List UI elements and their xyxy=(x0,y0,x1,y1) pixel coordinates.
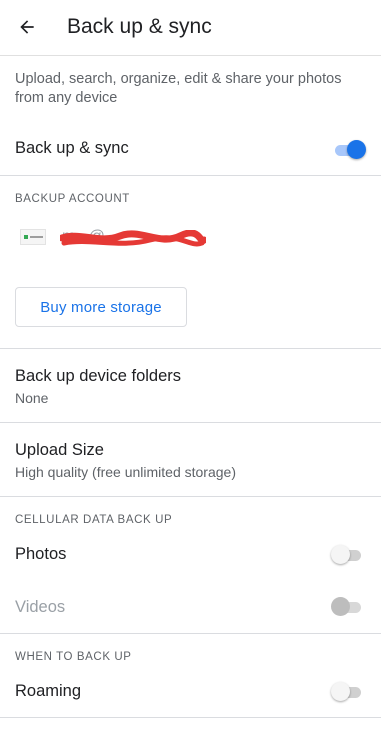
roaming-row[interactable]: Roaming xyxy=(0,673,381,709)
backup-sync-label: Back up & sync xyxy=(15,139,129,157)
upload-size-row[interactable]: Upload Size High quality (free unlimited… xyxy=(0,423,381,496)
back-button[interactable] xyxy=(12,12,42,42)
redaction-scribble xyxy=(60,230,206,247)
cellular-photos-toggle[interactable] xyxy=(331,545,363,565)
page-title: Back up & sync xyxy=(67,15,212,38)
divider xyxy=(0,175,381,176)
device-folders-title: Back up device folders xyxy=(15,367,182,385)
buy-more-storage-button[interactable]: Buy more storage xyxy=(15,287,187,327)
cellular-videos-toggle xyxy=(331,597,363,617)
backup-sync-toggle[interactable] xyxy=(333,140,366,160)
when-to-back-up-header: WHEN TO BACK UP xyxy=(15,651,132,663)
arrow-back-icon xyxy=(20,20,34,34)
divider xyxy=(0,633,381,634)
divider xyxy=(0,717,381,718)
divider xyxy=(0,496,381,497)
app-bar: Back up & sync xyxy=(0,0,381,56)
device-folders-row[interactable]: Back up device folders None xyxy=(0,349,381,422)
upload-size-title: Upload Size xyxy=(15,441,104,459)
description-text: Upload, search, organize, edit & share y… xyxy=(15,71,342,106)
cellular-videos-label: Videos xyxy=(15,598,66,616)
backup-account-header: BACKUP ACCOUNT xyxy=(15,193,130,205)
account-avatar xyxy=(20,229,46,245)
cellular-photos-row[interactable]: Photos xyxy=(0,536,381,572)
cellular-header: CELLULAR DATA BACK UP xyxy=(15,514,173,526)
cellular-photos-label: Photos xyxy=(15,545,67,563)
upload-size-value: High quality (free unlimited storage) xyxy=(15,464,236,480)
roaming-toggle[interactable] xyxy=(331,682,363,702)
roaming-label: Roaming xyxy=(15,682,82,700)
device-folders-value: None xyxy=(15,390,49,406)
cellular-videos-row: Videos xyxy=(0,589,381,625)
backup-sync-row[interactable]: Back up & sync xyxy=(0,130,381,170)
